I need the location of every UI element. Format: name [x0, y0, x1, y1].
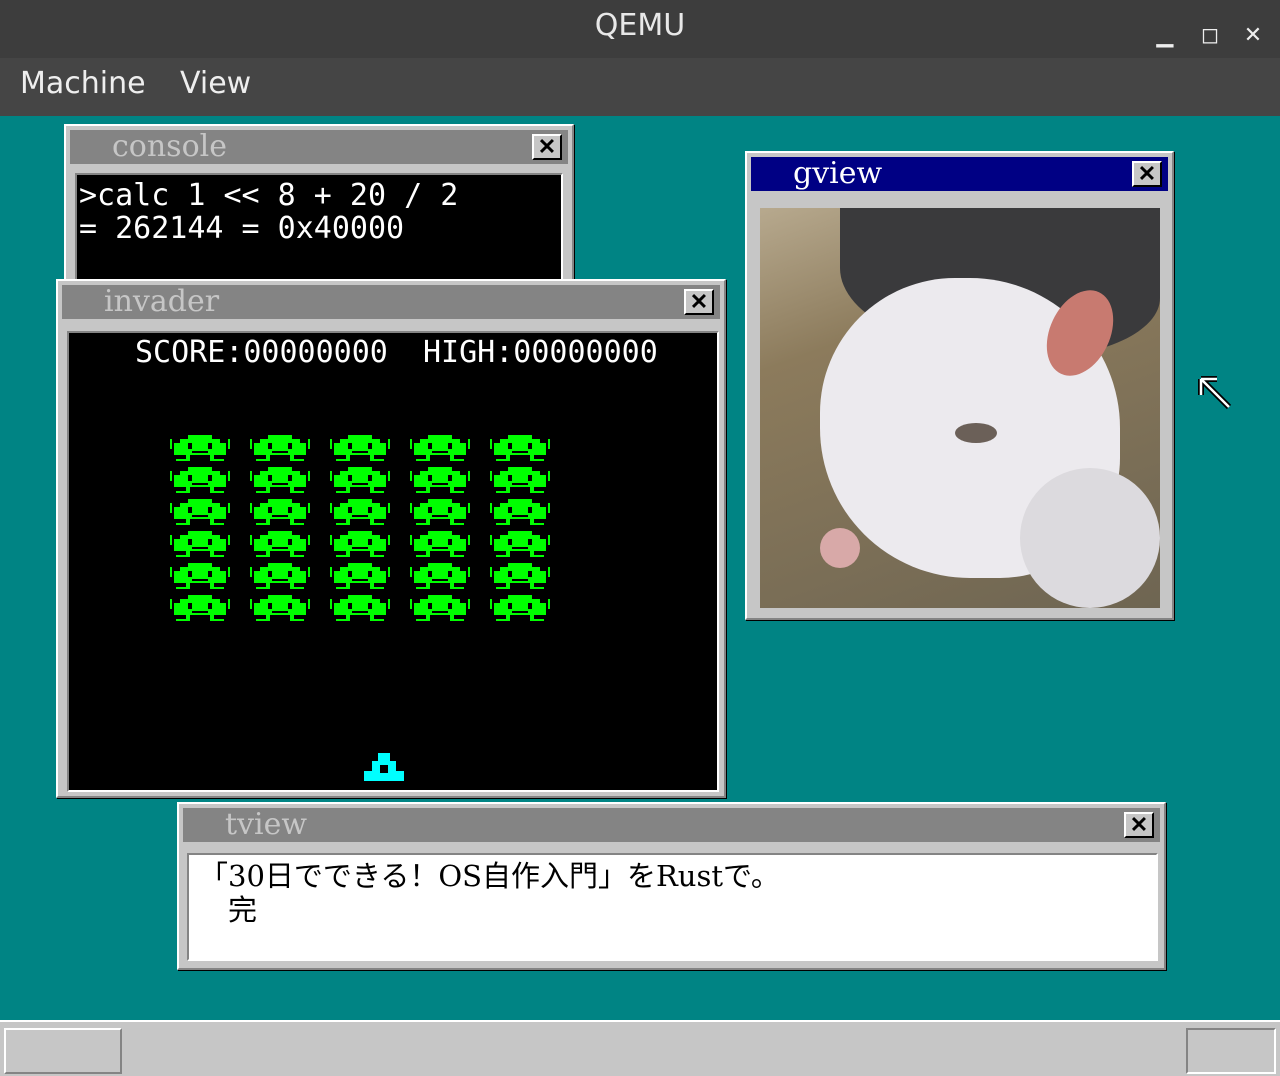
- text-view[interactable]: 「30日でできる！OS自作入門」をRustで。 完: [187, 853, 1158, 961]
- gview-window[interactable]: gview ✕: [745, 151, 1174, 620]
- console-line: = 262144 = 0x40000: [79, 211, 405, 246]
- invader-sprite: [410, 499, 470, 525]
- invader-sprite: [410, 435, 470, 461]
- text-line: 完: [199, 893, 258, 927]
- invader-sprite: [410, 563, 470, 589]
- menu-bar: Machine View: [0, 58, 1280, 116]
- invader-sprite: [410, 467, 470, 493]
- invader-sprite: [330, 595, 390, 621]
- invader-sprite: [490, 467, 550, 493]
- invader-sprite: [330, 531, 390, 557]
- invader-sprite: [490, 499, 550, 525]
- game-area[interactable]: SCORE:00000000 HIGH:00000000: [67, 331, 719, 792]
- taskbar: [0, 1020, 1280, 1076]
- menu-view[interactable]: View: [180, 66, 251, 101]
- invader-sprite: [250, 435, 310, 461]
- maximize-icon[interactable]: ◻: [1195, 10, 1225, 62]
- invader-window[interactable]: invader ✕ SCORE:00000000 HIGH:00000000: [56, 279, 726, 798]
- console-window[interactable]: console ✕ >calc 1 << 8 + 20 / 2 = 262144 …: [64, 124, 574, 294]
- invader-sprite: [410, 531, 470, 557]
- text-line: 「30日でできる！OS自作入門」をRustで。: [199, 859, 780, 893]
- invader-sprite: [410, 595, 470, 621]
- invader-sprite: [490, 435, 550, 461]
- close-button[interactable]: ✕: [684, 289, 714, 315]
- console-titlebar[interactable]: console ✕: [70, 130, 568, 164]
- close-button[interactable]: ✕: [1132, 161, 1162, 187]
- score-label: SCORE:00000000: [135, 335, 388, 370]
- console-line: >calc 1 << 8 + 20 / 2: [79, 178, 459, 213]
- invader-sprite: [250, 531, 310, 557]
- console-output[interactable]: >calc 1 << 8 + 20 / 2 = 262144 = 0x40000: [75, 173, 563, 292]
- invader-sprite: [170, 531, 230, 557]
- window-title: tview: [225, 807, 308, 842]
- invader-sprite: [250, 563, 310, 589]
- app-title: QEMU: [594, 8, 686, 43]
- invader-sprite: [330, 467, 390, 493]
- close-icon[interactable]: ✕: [1238, 10, 1268, 62]
- invader-sprite: [490, 531, 550, 557]
- goat-image: [760, 208, 1160, 608]
- start-button[interactable]: [4, 1028, 122, 1074]
- mouse-cursor: [1198, 376, 1232, 410]
- close-button[interactable]: ✕: [1124, 812, 1154, 838]
- invader-sprite: [170, 467, 230, 493]
- gview-titlebar[interactable]: gview ✕: [751, 157, 1168, 191]
- invader-sprite: [330, 563, 390, 589]
- window-title: invader: [104, 284, 220, 319]
- invader-sprite: [250, 499, 310, 525]
- invader-sprite: [330, 435, 390, 461]
- tview-titlebar[interactable]: tview ✕: [183, 808, 1160, 842]
- player-ship: [364, 753, 404, 781]
- menu-machine[interactable]: Machine: [20, 66, 146, 101]
- invader-sprite: [170, 563, 230, 589]
- invader-sprite: [250, 467, 310, 493]
- minimize-icon[interactable]: ▁: [1150, 10, 1180, 62]
- high-score-label: HIGH:00000000: [423, 335, 658, 370]
- invader-sprite: [490, 563, 550, 589]
- invader-sprite: [250, 595, 310, 621]
- invader-sprite: [170, 435, 230, 461]
- invader-sprite: [330, 499, 390, 525]
- window-title: console: [112, 129, 227, 164]
- invader-sprite: [490, 595, 550, 621]
- tray-area: [1186, 1028, 1276, 1074]
- invader-sprite: [170, 499, 230, 525]
- invader-sprite: [170, 595, 230, 621]
- qemu-titlebar: QEMU ▁ ◻ ✕: [0, 0, 1280, 58]
- tview-window[interactable]: tview ✕ 「30日でできる！OS自作入門」をRustで。 完: [177, 802, 1166, 970]
- invader-titlebar[interactable]: invader ✕: [62, 285, 720, 319]
- window-title: gview: [793, 156, 883, 191]
- close-button[interactable]: ✕: [532, 134, 562, 160]
